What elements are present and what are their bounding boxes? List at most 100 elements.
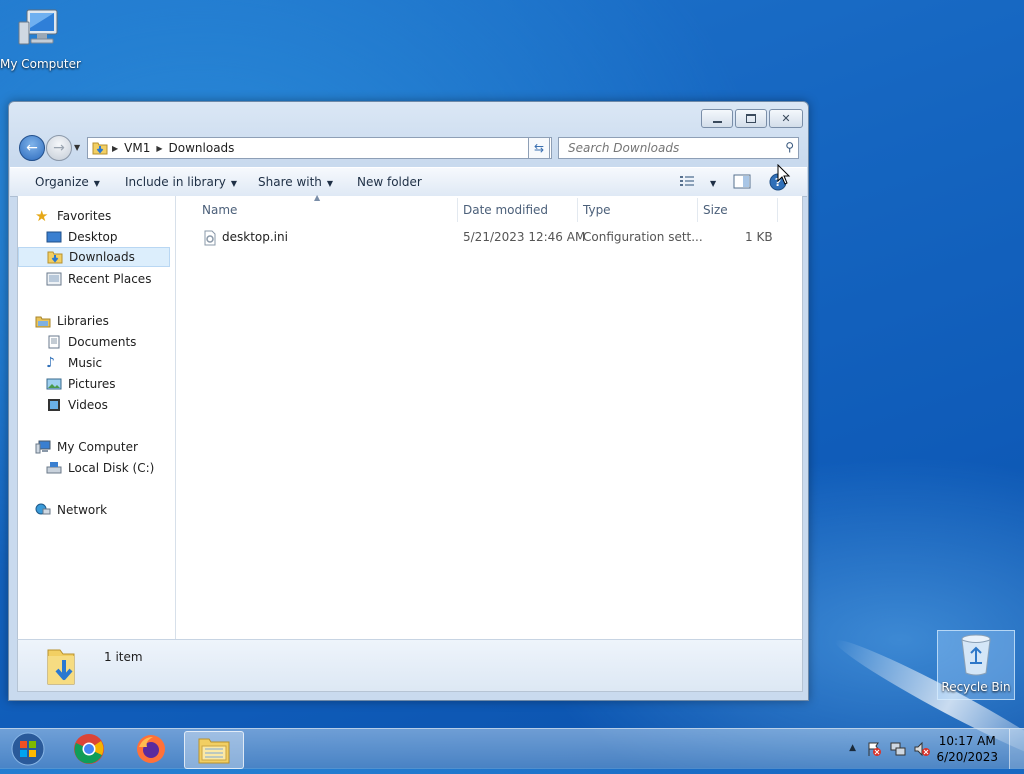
refresh-icon: ⇆	[533, 141, 545, 155]
nav-label: Recent Places	[68, 272, 152, 286]
pictures-icon	[46, 378, 62, 390]
action-center-flag-icon[interactable]	[866, 741, 882, 760]
preview-pane-icon	[733, 174, 751, 189]
local-disk-icon	[46, 462, 62, 474]
content-area: ★ Favorites Desktop Downloads Recent Pla…	[17, 193, 803, 640]
clock[interactable]: 10:17 AM 6/20/2023	[936, 733, 998, 765]
nav-label: Videos	[68, 398, 108, 412]
breadcrumb-item-vm1[interactable]: VM1	[124, 141, 150, 155]
file-list: ▲ Name Date modified Type Size desktop.i…	[176, 193, 802, 639]
desktop-icon	[46, 231, 62, 243]
search-input[interactable]	[566, 140, 780, 156]
nav-music[interactable]: ♪ Music	[46, 353, 102, 373]
breadcrumb-separator-icon[interactable]: ▶	[156, 144, 162, 153]
nav-label: Downloads	[69, 250, 135, 264]
nav-downloads[interactable]: Downloads	[18, 247, 170, 267]
show-desktop-button[interactable]	[1009, 729, 1024, 769]
clock-date: 6/20/2023	[936, 750, 998, 764]
minimize-button[interactable]	[701, 109, 733, 128]
new-folder-button[interactable]: New folder	[357, 175, 422, 189]
file-date-modified: 5/21/2023 12:46 AM	[463, 230, 586, 244]
nav-label: Favorites	[57, 209, 112, 223]
nav-pictures[interactable]: Pictures	[46, 374, 116, 394]
nav-label: Music	[68, 356, 103, 370]
close-icon: ✕	[781, 112, 791, 125]
close-button[interactable]: ✕	[769, 109, 803, 128]
navigation-bar: ← → ▼ ▶ VM1 ▶ Downloads ▼ ⇆ ⚲	[17, 133, 800, 161]
nav-label: Documents	[68, 335, 137, 349]
nav-my-computer[interactable]: My Computer	[35, 437, 138, 457]
nav-desktop[interactable]: Desktop	[46, 227, 118, 247]
column-header-size[interactable]: Size	[703, 203, 728, 217]
column-divider[interactable]	[697, 198, 698, 222]
downloads-folder-icon	[92, 142, 108, 155]
mouse-cursor-icon	[777, 164, 791, 185]
nav-network[interactable]: Network	[35, 500, 107, 520]
nav-videos[interactable]: Videos	[46, 395, 108, 415]
star-icon: ★	[35, 207, 49, 225]
nav-favorites[interactable]: ★ Favorites	[35, 206, 111, 226]
arrow-right-icon: →	[53, 140, 65, 156]
taskbar-firefox-button[interactable]	[122, 731, 180, 767]
address-bar[interactable]: ▶ VM1 ▶ Downloads ▼	[87, 137, 552, 159]
chevron-down-icon: ▼	[710, 179, 717, 188]
sort-ascending-icon: ▲	[314, 193, 321, 202]
column-header-type[interactable]: Type	[583, 203, 611, 217]
network-status-icon[interactable]	[890, 741, 906, 760]
refresh-button[interactable]: ⇆	[528, 137, 550, 159]
show-hidden-icons-icon[interactable]: ▲	[849, 743, 856, 753]
file-size: 1 KB	[745, 230, 773, 244]
start-button[interactable]	[0, 731, 56, 767]
nav-recent-places[interactable]: Recent Places	[46, 269, 151, 289]
search-icon[interactable]: ⚲	[785, 140, 794, 154]
nav-label: Pictures	[68, 377, 116, 391]
my-computer-icon	[18, 9, 58, 45]
breadcrumb-separator-icon[interactable]: ▶	[112, 144, 118, 153]
search-box[interactable]: ⚲	[558, 137, 799, 159]
nav-documents[interactable]: Documents	[46, 332, 136, 352]
volume-muted-icon[interactable]	[914, 741, 930, 760]
nav-libraries[interactable]: Libraries	[35, 311, 109, 331]
desktop-icon-recycle-bin[interactable]: Recycle Bin	[937, 630, 1015, 700]
back-button[interactable]: ←	[19, 135, 45, 161]
column-divider[interactable]	[777, 198, 778, 222]
nav-label: Network	[57, 503, 108, 517]
navigation-pane: ★ Favorites Desktop Downloads Recent Pla…	[18, 196, 176, 639]
explorer-folder-icon	[198, 738, 230, 764]
taskbar-explorer-button[interactable]	[184, 731, 244, 769]
desktop-icon-my-computer[interactable]: My Computer	[0, 8, 81, 71]
recent-pages-dropdown-icon[interactable]: ▼	[74, 143, 80, 152]
preview-pane-button[interactable]	[733, 174, 751, 192]
taskbar-chrome-button[interactable]	[60, 731, 118, 767]
file-row[interactable]: desktop.ini 5/21/2023 12:46 AM Configura…	[186, 226, 792, 248]
nav-label: Desktop	[68, 230, 118, 244]
column-divider[interactable]	[457, 198, 458, 222]
taskbar: ▲ 10:17 AM 6/20/2023	[0, 728, 1024, 769]
breadcrumb-item-downloads[interactable]: Downloads	[169, 141, 235, 155]
column-header-name[interactable]: Name	[202, 203, 237, 217]
firefox-icon	[137, 735, 165, 763]
computer-icon	[35, 440, 51, 454]
desktop-icon-label: My Computer	[0, 57, 81, 71]
organize-menu[interactable]: Organize ▼	[35, 175, 100, 189]
nav-label: Local Disk (C:)	[68, 461, 155, 475]
recycle-bin-icon	[961, 634, 991, 676]
view-options-dropdown[interactable]: ▼	[705, 175, 716, 189]
documents-icon	[48, 335, 60, 349]
include-in-library-label: Include in library	[125, 175, 226, 189]
settings-file-icon	[204, 230, 216, 246]
change-view-button[interactable]	[679, 174, 695, 191]
caption-buttons: ✕	[701, 109, 803, 128]
file-name[interactable]: desktop.ini	[222, 230, 288, 244]
column-divider[interactable]	[577, 198, 578, 222]
chevron-down-icon: ▼	[230, 179, 238, 188]
libraries-icon	[35, 316, 51, 328]
videos-icon	[48, 399, 60, 411]
forward-button[interactable]: →	[46, 135, 72, 161]
share-with-menu[interactable]: Share with ▼	[258, 175, 333, 189]
arrow-left-icon: ←	[26, 140, 38, 156]
include-in-library-menu[interactable]: Include in library ▼	[125, 175, 237, 189]
column-header-date-modified[interactable]: Date modified	[463, 203, 548, 217]
maximize-button[interactable]	[735, 109, 767, 128]
nav-local-disk[interactable]: Local Disk (C:)	[46, 458, 154, 478]
